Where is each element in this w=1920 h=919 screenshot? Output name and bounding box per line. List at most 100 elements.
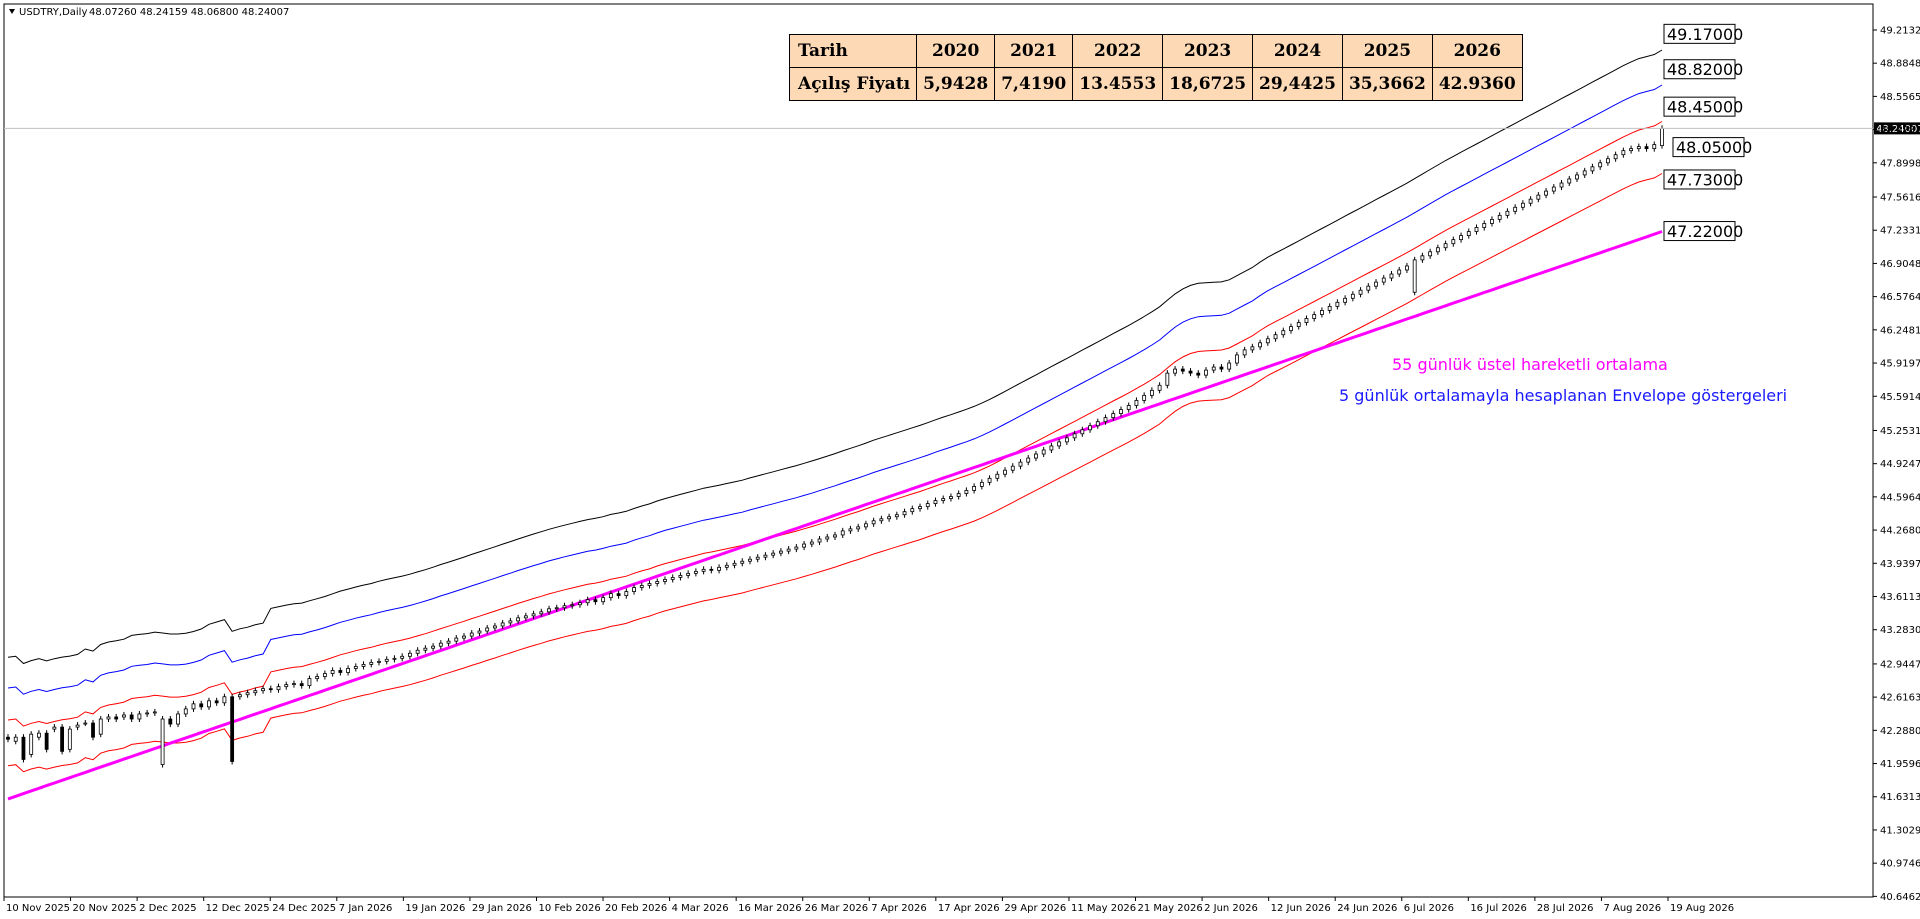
- table-price: 7,4190: [994, 67, 1074, 101]
- candle-body: [670, 577, 675, 580]
- candle-body: [454, 637, 459, 642]
- price-tick-label: 42.28800: [1880, 726, 1920, 737]
- chart-header-symbol: USDTRY,Daily: [19, 7, 87, 18]
- time-tick-label: 12 Jun 2026: [1271, 903, 1331, 914]
- candle-body: [145, 712, 150, 715]
- candle-body: [1544, 190, 1548, 196]
- candle: [98, 715, 103, 738]
- candle: [67, 726, 72, 753]
- candle-body: [1173, 368, 1177, 374]
- candle-body: [1567, 178, 1572, 184]
- candle-body: [972, 486, 977, 491]
- price-tick-label: 43.28300: [1880, 625, 1920, 636]
- candle-body: [1652, 144, 1657, 150]
- candle-body: [632, 587, 636, 592]
- candle-body: [647, 583, 652, 586]
- price-tick-label: 44.26805: [1880, 526, 1920, 537]
- candle-body: [1490, 219, 1494, 224]
- candle-body: [879, 518, 884, 522]
- price-tick-label: 45.25310: [1880, 426, 1920, 437]
- price-tick-label: 48.55650: [1880, 92, 1920, 103]
- candle-body: [1289, 326, 1293, 332]
- candle-body: [500, 622, 505, 627]
- candle-body: [1551, 186, 1556, 192]
- candle-body: [817, 538, 822, 543]
- candle-body: [415, 649, 420, 654]
- candle-body: [268, 688, 273, 691]
- time-tick-label: 7 Jan 2026: [339, 903, 393, 914]
- candle-body: [856, 526, 861, 530]
- candle-body: [871, 520, 876, 525]
- candle-body: [253, 690, 258, 694]
- price-tick-label: 42.94470: [1880, 659, 1920, 670]
- price-tick-label: 49.21320: [1880, 25, 1920, 36]
- candle-body: [709, 568, 714, 571]
- time-tick-label: 10 Feb 2026: [538, 903, 600, 914]
- candle-body: [1420, 255, 1425, 261]
- table-year: 2023: [1162, 34, 1254, 68]
- candle-body: [1227, 362, 1232, 370]
- candle-body: [1250, 346, 1255, 351]
- candle-body: [593, 599, 598, 603]
- candle-body: [1621, 150, 1626, 156]
- time-tick-label: 29 Jan 2026: [472, 903, 532, 914]
- candle-body: [191, 703, 196, 710]
- candle-body: [1149, 389, 1154, 396]
- time-tick-label: 12 Dec 2025: [206, 903, 270, 914]
- candle-body: [1026, 457, 1031, 463]
- level-label: 49.17000: [1663, 23, 1743, 44]
- candle-body: [1482, 223, 1487, 228]
- time-tick-label: 20 Feb 2026: [605, 903, 667, 914]
- candle-body: [763, 554, 768, 558]
- candle-body: [1520, 202, 1525, 208]
- candle-body: [1165, 372, 1170, 386]
- time-tick-label: 29 Apr 2026: [1004, 903, 1066, 914]
- candle-body: [778, 550, 783, 554]
- table-price: 42.9360: [1431, 67, 1523, 101]
- candle-body: [949, 496, 953, 499]
- time-tick-label: 11 May 2026: [1071, 903, 1136, 914]
- candle-body: [1613, 154, 1618, 160]
- candle-body: [353, 666, 358, 669]
- candle-body: [315, 676, 320, 679]
- candle-body: [1142, 394, 1147, 401]
- level-label-text: 47.22000: [1667, 222, 1743, 241]
- candle-body: [809, 541, 814, 545]
- candle-body: [1374, 281, 1378, 287]
- candle-body: [825, 536, 830, 540]
- candle-body: [1119, 409, 1123, 414]
- time-tick-label: 17 Apr 2026: [938, 903, 1000, 914]
- time-tick-label: 2 Dec 2025: [139, 903, 197, 914]
- candle-body: [276, 686, 281, 691]
- candle-body: [237, 694, 242, 698]
- candle: [230, 693, 235, 765]
- candle-body: [748, 558, 752, 562]
- candle-body: [1034, 453, 1038, 459]
- time-tick-label: 16 Jul 2026: [1470, 903, 1527, 914]
- candle-body: [67, 728, 72, 750]
- candle-body: [918, 506, 922, 510]
- candle-body: [1111, 413, 1116, 419]
- candle-body: [129, 714, 134, 720]
- time-tick-label: 24 Dec 2025: [272, 903, 336, 914]
- candle-body: [616, 593, 621, 597]
- usdtry-chart: 48.24007 49.2132048.8848448.5565048.2281…: [0, 0, 1920, 919]
- candle-body: [956, 493, 961, 497]
- envelope-annotation: 5 günlük ortalamayla hesaplanan Envelope…: [1339, 386, 1787, 405]
- candle-body: [562, 605, 567, 609]
- candle-body: [1435, 247, 1440, 253]
- candle-body: [523, 615, 528, 619]
- candle-body: [322, 673, 327, 677]
- candle-body: [137, 713, 142, 720]
- candle-body: [1064, 437, 1069, 443]
- candle-body: [1636, 146, 1641, 150]
- time-tick-label: 19 Jan 2026: [405, 903, 465, 914]
- candle-body: [1296, 322, 1301, 328]
- candle: [60, 724, 65, 755]
- candle-body: [469, 632, 474, 637]
- candle-body: [894, 514, 899, 518]
- table-price: 18,6725: [1162, 67, 1254, 101]
- level-label: 48.45000: [1663, 96, 1743, 117]
- ema-annotation: 55 günlük üstel hareketli ortalama: [1392, 355, 1668, 374]
- candle-body: [887, 516, 892, 520]
